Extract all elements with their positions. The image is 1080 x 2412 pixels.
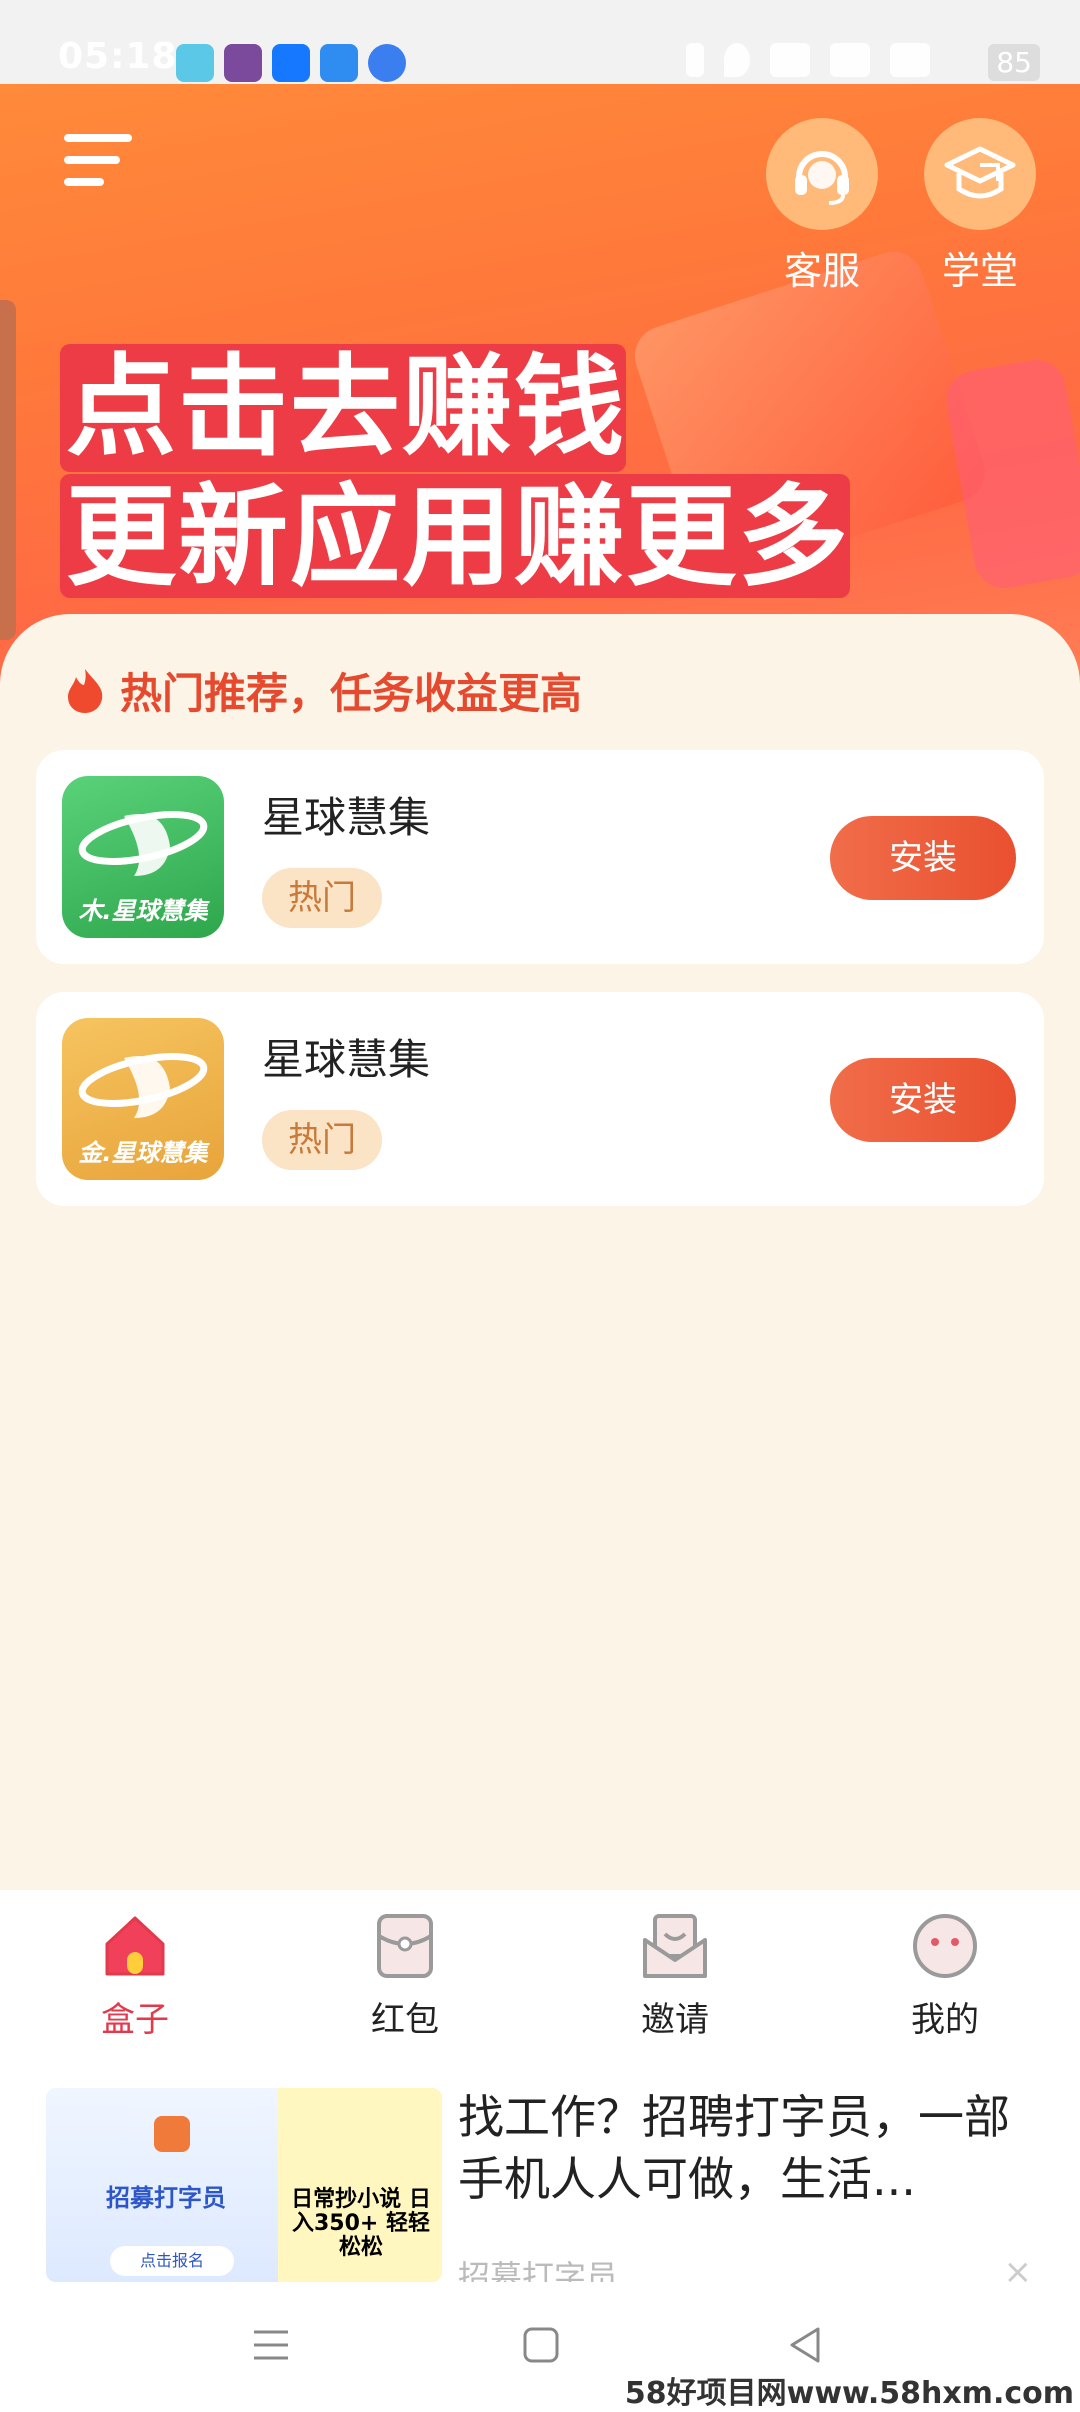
recent-apps-icon[interactable] — [250, 2324, 292, 2366]
app-icon-label: 木.星球慧集 — [78, 897, 208, 925]
side-drawer-handle[interactable] — [0, 300, 16, 640]
hot-tag: 热门 — [262, 1110, 382, 1170]
ad-source: 招募打字员 — [458, 2258, 619, 2282]
hot-tag: 热门 — [262, 868, 382, 928]
invite-icon — [643, 1914, 707, 1978]
academy-button[interactable]: 学堂 — [924, 118, 1036, 295]
vibrate-icon — [686, 43, 704, 77]
banner-decoration — [941, 355, 1080, 593]
tab-mine[interactable]: 我的 — [810, 1890, 1080, 2056]
ad-title[interactable]: 找工作？招聘打字员，一部手机人人可做，生活... — [458, 2086, 1038, 2210]
notification-app-icon — [368, 44, 406, 82]
close-icon[interactable]: × — [1004, 2252, 1033, 2282]
app-icon — [154, 2116, 190, 2152]
app-name: 星球慧集 — [262, 793, 431, 842]
app-icon: 木.星球慧集 — [62, 776, 224, 938]
battery-level: 85 — [988, 44, 1040, 81]
notification-app-icon — [224, 44, 262, 82]
status-time: 05:18 — [58, 36, 178, 77]
tab-box[interactable]: 盒子 — [0, 1890, 270, 2056]
home-nav-icon[interactable] — [520, 2324, 562, 2366]
app-icon-label: 金.星球慧集 — [78, 1139, 208, 1167]
ad-thumbnail[interactable]: 招募打字员 点击报名 日常抄小说 日入350+ 轻轻松松 — [46, 2088, 442, 2282]
alipay-icon — [272, 44, 310, 82]
graduation-cap-icon — [924, 118, 1036, 230]
menu-icon[interactable] — [64, 134, 134, 194]
headset-icon — [766, 118, 878, 230]
recommend-section: 热门推荐，任务收益更高 木.星球慧集 星球慧集 热门 安装 金.星球慧集 星球慧… — [0, 614, 1080, 1890]
ad-thumb-signup: 点击报名 — [110, 2246, 234, 2276]
app-card[interactable]: 金.星球慧集 星球慧集 热门 安装 — [36, 992, 1044, 1206]
wifi-icon — [770, 43, 810, 77]
recommend-title: 热门推荐，任务收益更高 — [120, 669, 583, 718]
status-bar: 05:18 85 — [0, 0, 1080, 84]
customer-service-label: 客服 — [783, 249, 860, 293]
app-icon: 金.星球慧集 — [62, 1018, 224, 1180]
fire-icon — [68, 668, 103, 713]
tab-red-packet[interactable]: 红包 — [270, 1890, 540, 2056]
headline-line-1: 点击去赚钱 — [66, 343, 626, 471]
customer-service-button[interactable]: 客服 — [766, 118, 878, 295]
signal-icon — [890, 43, 930, 77]
signal-icon — [830, 43, 870, 77]
ad-thumb-title: 招募打字员 — [106, 2184, 226, 2212]
academy-label: 学堂 — [941, 249, 1018, 293]
recommend-header: 热门推荐，任务收益更高 — [64, 660, 582, 721]
advertisement[interactable]: 招募打字员 点击报名 日常抄小说 日入350+ 轻轻松松 找工作？招聘打字员，一… — [0, 2056, 1080, 2282]
location-icon — [724, 43, 750, 77]
watermark: 58好项目网www.58hxm.com — [624, 2368, 1074, 2412]
back-icon[interactable] — [784, 2324, 826, 2366]
install-button[interactable]: 安装 — [830, 1058, 1016, 1142]
red-packet-icon — [377, 1914, 433, 1978]
app-card[interactable]: 木.星球慧集 星球慧集 热门 安装 — [36, 750, 1044, 964]
tab-label: 我的 — [911, 2000, 979, 2040]
tab-label: 红包 — [371, 2000, 439, 2040]
bottom-tab-bar: 盒子 红包 邀请 我的 — [0, 1890, 1080, 2056]
notification-app-icon — [320, 44, 358, 82]
notification-app-icon — [176, 44, 214, 82]
home-icon — [105, 1916, 165, 1976]
app-name: 星球慧集 — [262, 1035, 431, 1084]
ad-thumb-novel: 日常抄小说 日入350+ 轻轻松松 — [291, 2187, 431, 2260]
profile-icon — [913, 1914, 977, 1978]
tab-label: 盒子 — [101, 2000, 169, 2040]
tab-invite[interactable]: 邀请 — [540, 1890, 810, 2056]
tab-label: 邀请 — [641, 2000, 709, 2040]
system-navigation-bar: 58好项目网www.58hxm.com — [0, 2282, 1080, 2412]
headline-line-2: 更新应用赚更多 — [66, 473, 850, 601]
header-banner[interactable]: 客服 学堂 点击去赚钱 更新应用赚更多 — [0, 84, 1080, 684]
status-indicators — [686, 40, 930, 80]
install-button[interactable]: 安装 — [830, 816, 1016, 900]
